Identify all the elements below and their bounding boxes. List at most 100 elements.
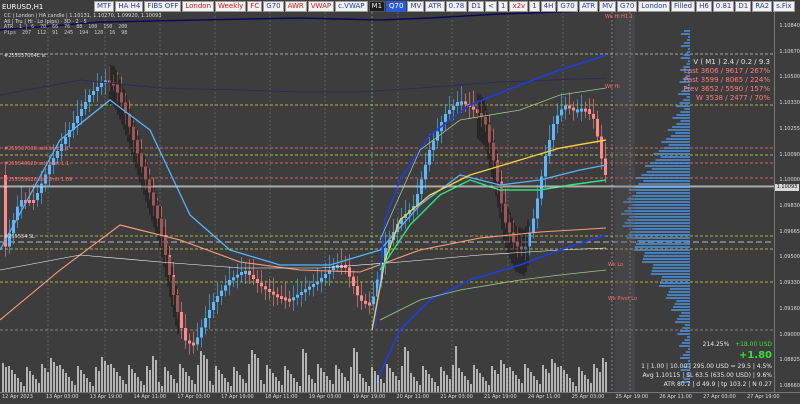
- toolbar-button-12[interactable]: MV: [407, 0, 425, 12]
- toolbar-button-21[interactable]: G70: [557, 0, 578, 12]
- candle-body: [484, 117, 487, 125]
- toolbar-button-15[interactable]: D1: [468, 0, 485, 12]
- candle-body: [532, 218, 535, 233]
- volume-bar: [383, 383, 385, 392]
- candle-body: [520, 246, 523, 250]
- volume-profile-bar: [643, 180, 690, 182]
- candle-body: [420, 179, 423, 194]
- toolbar-button-18[interactable]: x2v: [509, 0, 529, 12]
- volume-profile-bar: [675, 105, 690, 107]
- toolbar-button-3[interactable]: London: [182, 0, 215, 12]
- volume-bar: [512, 371, 514, 392]
- toolbar-button-28[interactable]: 0.81: [712, 0, 735, 12]
- volume-bar: [113, 368, 115, 392]
- profit-usd: +18.00 USD: [735, 341, 772, 348]
- volume-profile-bar: [682, 327, 690, 329]
- candle-body: [56, 151, 59, 158]
- volume-bar: [68, 377, 70, 392]
- volume-profile-bar: [650, 273, 690, 275]
- candle-body: [424, 164, 427, 180]
- price-scale[interactable]: 1.10840 1.10670 1.10500 1.10330 1.10255 1.100…: [774, 12, 800, 392]
- volume-bar: [446, 375, 448, 392]
- vwap-band-upper: [374, 54, 607, 331]
- toolbar-button-8[interactable]: VWAP: [307, 0, 335, 12]
- volume-bar: [314, 383, 316, 392]
- volume-profile-bar: [633, 249, 690, 251]
- candle-body: [80, 109, 83, 116]
- toolbar-button-26[interactable]: Filled: [670, 0, 696, 12]
- toolbar-button-9[interactable]: c.VWAP: [335, 0, 368, 12]
- price-tick-label: 1.09160: [779, 305, 800, 312]
- toolbar-button-19[interactable]: 1: [529, 0, 540, 12]
- stats-table-cell: Pips: [4, 30, 17, 36]
- volume-profile-bar: [655, 159, 690, 161]
- level-label-weekly-high: Wk Hi H1 1: [605, 14, 633, 20]
- toolbar-button-6[interactable]: G70: [263, 0, 284, 12]
- volume-bar: [452, 365, 454, 392]
- toolbar-button-4[interactable]: Weekly: [215, 0, 247, 12]
- toolbar-button-17[interactable]: 1: [497, 0, 509, 12]
- band-upper-light: [379, 87, 607, 241]
- volume-bar: [104, 361, 106, 392]
- time-axis[interactable]: 12 Apr 2023 13 Apr 03:00 13 Apr 19:00 14 Ap…: [0, 392, 800, 404]
- toolbar-button-31[interactable]: s.Fix: [773, 0, 795, 12]
- toolbar-button-20[interactable]: 4H: [540, 0, 557, 12]
- toolbar-button-11[interactable]: Q70: [386, 0, 407, 12]
- volume-profile-bar: [644, 252, 690, 254]
- candle-body: [524, 246, 527, 250]
- toolbar-button-23[interactable]: MV: [599, 0, 616, 12]
- volume-bar: [347, 381, 349, 392]
- volume-bar: [596, 368, 598, 392]
- toolbar-button-5[interactable]: FC: [247, 0, 263, 12]
- toolbar-button-13[interactable]: ATR: [425, 0, 445, 12]
- volume-profile-bar: [667, 294, 690, 296]
- toolbar-button-30[interactable]: RA2: [752, 0, 773, 12]
- volume-profile-bar: [628, 189, 690, 191]
- volume-profile-bar: [636, 177, 690, 179]
- toolbar-button-7[interactable]: AWR: [284, 0, 307, 12]
- candle-body: [300, 292, 303, 295]
- toolbar-button-29[interactable]: D1: [735, 0, 752, 12]
- price-tick-label: 1.08825: [779, 357, 800, 364]
- volume-bar: [149, 370, 151, 392]
- time-tick-label: 12 Apr 2023: [2, 394, 33, 400]
- toolbar-button-2[interactable]: FIBS OFF: [144, 0, 182, 12]
- volume-bar: [125, 384, 127, 392]
- toolbar-button-1[interactable]: HA H4: [115, 0, 144, 12]
- toolbar-button-27[interactable]: H6: [696, 0, 712, 12]
- volume-bar: [305, 353, 307, 392]
- volume-bar: [569, 378, 571, 392]
- volume-bar: [551, 359, 553, 392]
- toolbar-button-25[interactable]: London: [638, 0, 670, 12]
- volume-profile-bar: [670, 135, 690, 137]
- volume-bar: [119, 376, 121, 392]
- volume-bar: [221, 374, 223, 392]
- volume-profile-bar: [660, 279, 690, 281]
- toolbar-button-16[interactable]: <: [485, 0, 497, 12]
- toolbar-button-22[interactable]: ATR: [578, 0, 599, 12]
- candle-body: [208, 310, 211, 318]
- volume-profile-bar: [663, 147, 690, 149]
- volume-profile-bar: [653, 153, 690, 155]
- stats-table-cell: 91: [52, 30, 59, 36]
- volume-bar: [284, 366, 286, 392]
- volume-bar: [203, 355, 205, 392]
- candle-body: [324, 274, 327, 278]
- volume-profile-bar: [650, 162, 690, 164]
- volume-profile-bar: [660, 156, 690, 158]
- volume-bar: [464, 376, 466, 392]
- toolbar-button-10[interactable]: M1: [368, 0, 386, 12]
- candle-body: [144, 166, 147, 180]
- volume-bar: [89, 382, 91, 392]
- volume-bar: [56, 366, 58, 392]
- volume-profile-bar: [651, 168, 690, 170]
- toolbar-button-24[interactable]: G70: [616, 0, 638, 12]
- time-tick-label: 25 Apr 03:00: [571, 394, 605, 400]
- toolbar-button-0[interactable]: MTF: [94, 0, 115, 12]
- toolbar-button-14[interactable]: 0.78: [445, 0, 468, 12]
- volume-bar: [26, 367, 28, 392]
- candle-body: [272, 291, 275, 295]
- candle-body: [508, 222, 511, 233]
- volume-profile-bar: [684, 324, 690, 326]
- volume-bar: [572, 382, 574, 392]
